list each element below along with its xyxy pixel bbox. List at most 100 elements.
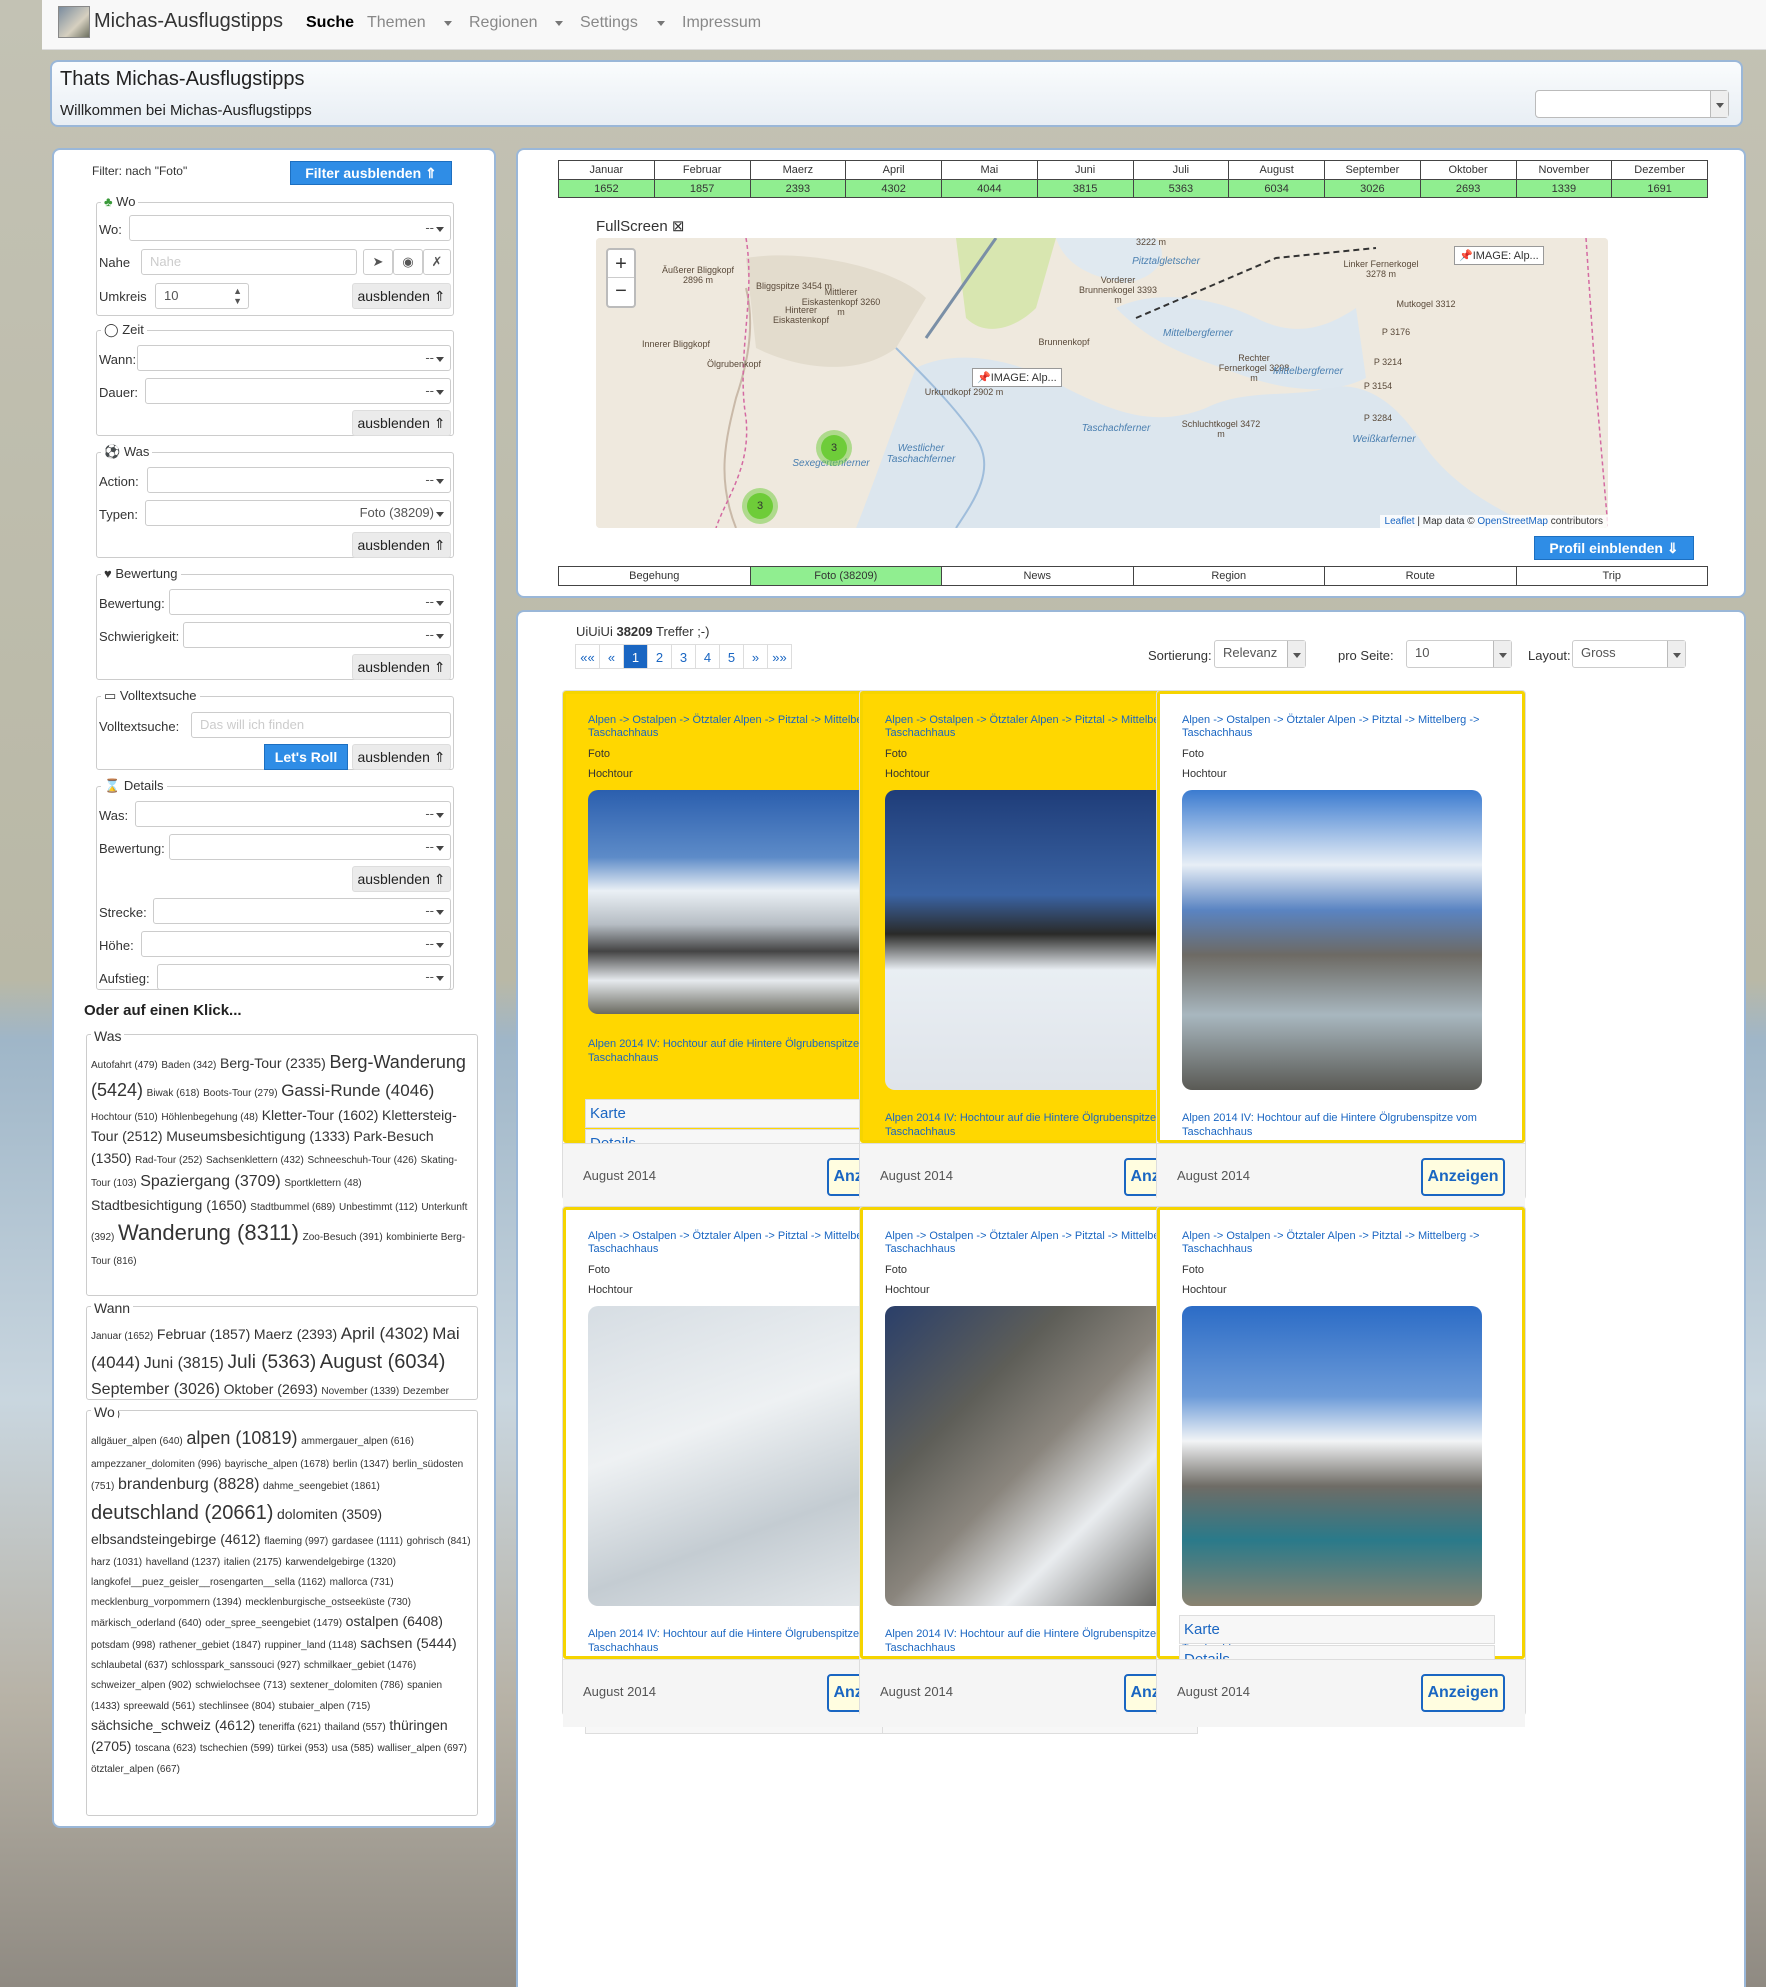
page-link[interactable]: ««	[575, 644, 600, 669]
nav-item-suche[interactable]: Suche	[306, 14, 354, 32]
tab-region[interactable]: Region	[1132, 566, 1324, 586]
volltext-input[interactable]: Das will ich finden	[191, 712, 451, 738]
cloud-tag[interactable]: Baden (342)	[161, 1060, 216, 1071]
cloud-tag[interactable]: August (6034)	[320, 1351, 446, 1373]
chevron-down-icon[interactable]	[555, 21, 563, 26]
site-logo[interactable]	[58, 6, 90, 38]
cloud-tag[interactable]: gohrisch (841)	[407, 1536, 471, 1547]
lets-roll-button[interactable]: Let's Roll	[264, 744, 348, 770]
cloud-tag[interactable]: türkei (953)	[277, 1743, 328, 1754]
zoom-out-button[interactable]: −	[608, 278, 634, 306]
cloud-tag[interactable]: Biwak (618)	[147, 1088, 200, 1099]
cloud-tag[interactable]: Wanderung (8311)	[118, 1220, 299, 1245]
cloud-tag[interactable]: ruppiner_land (1148)	[264, 1640, 356, 1651]
wo-select[interactable]: --	[129, 215, 451, 241]
cloud-tag[interactable]: oder_spree_seengebiet (1479)	[205, 1618, 342, 1629]
cloud-tag[interactable]: thailand (557)	[325, 1722, 386, 1733]
welcome-select[interactable]	[1535, 90, 1729, 118]
cloud-tag[interactable]: Stadtbesichtigung (1650)	[91, 1197, 247, 1213]
cloud-tag[interactable]: schmilkaer_gebiet (1476)	[304, 1660, 416, 1671]
chevron-down-icon[interactable]	[1710, 91, 1728, 117]
page-link[interactable]: »»	[767, 644, 792, 669]
cloud-tag[interactable]: havelland (1237)	[146, 1557, 221, 1568]
sort-select[interactable]: Relevanz	[1214, 640, 1306, 668]
play-icon[interactable]: ➤	[363, 249, 393, 275]
cloud-tag[interactable]: Unbestimmt (112)	[339, 1202, 418, 1213]
cloud-tag[interactable]: Juli (5363)	[227, 1352, 316, 1373]
cloud-tag[interactable]: dolomiten (3509)	[277, 1506, 382, 1522]
cloud-tag[interactable]: Oktober (2693)	[224, 1381, 318, 1397]
hoehe-select[interactable]: --	[141, 931, 451, 957]
schwierigkeit-select[interactable]: --	[183, 622, 451, 648]
map-view[interactable]: Äußerer Bliggkopf 2896 m Bliggspitze 3454…	[596, 238, 1608, 528]
cloud-tag[interactable]: ammergauer_alpen (616)	[301, 1436, 414, 1447]
month-cell[interactable]: Mai 4044	[941, 160, 1037, 198]
cloud-tag[interactable]: walliser_alpen (697)	[378, 1743, 468, 1754]
month-cell[interactable]: Februar 1857	[653, 160, 750, 198]
cloud-tag[interactable]: berlin (1347)	[333, 1459, 389, 1470]
cloud-tag[interactable]: Kletter-Tour (1602)	[262, 1107, 379, 1123]
cloud-tag[interactable]: alpen (10819)	[186, 1428, 297, 1448]
cloud-tag[interactable]: mecklenburgische_ostseeküste (730)	[245, 1597, 411, 1608]
bewertung-select[interactable]: --	[169, 589, 451, 615]
card-title[interactable]: Alpen 2014 IV: Hochtour auf die Hintere …	[1182, 1112, 1500, 1138]
nav-item-regionen[interactable]: Regionen	[469, 14, 538, 32]
cloud-tag[interactable]: stechlinsee (804)	[199, 1701, 275, 1712]
chevron-down-icon[interactable]	[444, 21, 452, 26]
volltext-hide-button[interactable]: ausblenden ⇑	[352, 744, 451, 770]
brand-title[interactable]: Michas-Ausflugstipps	[94, 10, 283, 33]
cloud-tag[interactable]: tschechien (599)	[200, 1743, 274, 1754]
card-photo[interactable]	[588, 790, 888, 1015]
tab-begehung[interactable]: Begehung	[558, 566, 750, 586]
cloud-tag[interactable]: bayrische_alpen (1678)	[225, 1459, 330, 1470]
page-link[interactable]: 3	[671, 644, 696, 669]
cloud-tag[interactable]: gardasee (1111)	[332, 1536, 403, 1547]
leaflet-link[interactable]: Leaflet	[1385, 516, 1415, 527]
nav-item-impressum[interactable]: Impressum	[682, 14, 761, 32]
spinner-icon[interactable]: ▲ ▼	[233, 286, 242, 306]
cloud-tag[interactable]: April (4302)	[341, 1324, 429, 1343]
card-photo[interactable]	[885, 790, 1185, 1091]
chevron-down-icon[interactable]	[657, 21, 665, 26]
cloud-tag[interactable]: Sportklettern (48)	[284, 1178, 361, 1189]
cloud-tag[interactable]: Maerz (2393)	[254, 1326, 337, 1342]
cloud-tag[interactable]: schlaubetal (637)	[91, 1660, 168, 1671]
cloud-tag[interactable]: Berg-Tour (2335)	[220, 1055, 326, 1071]
month-cell[interactable]: November 1339	[1515, 160, 1612, 198]
cloud-tag[interactable]: schlosspark_sanssouci (927)	[171, 1660, 300, 1671]
chevron-down-icon[interactable]	[1493, 641, 1511, 667]
cloud-tag[interactable]: ostalpen (6408)	[346, 1613, 443, 1629]
cloud-tag[interactable]: schwielochsee (713)	[195, 1680, 286, 1691]
nahe-input[interactable]: Nahe	[141, 249, 357, 275]
cloud-tag[interactable]: märkisch_oderland (640)	[91, 1618, 202, 1629]
cloud-tag[interactable]: mecklenburg_vorpommern (1394)	[91, 1597, 242, 1608]
card-photo[interactable]	[588, 1306, 888, 1607]
zeit-hide-button[interactable]: ausblenden ⇑	[352, 410, 451, 436]
nav-item-settings[interactable]: Settings	[580, 14, 638, 32]
cloud-tag[interactable]: sachsen (5444)	[360, 1635, 457, 1651]
cloud-tag[interactable]: Stadtbummel (689)	[250, 1202, 335, 1213]
cloud-tag[interactable]: teneriffa (621)	[259, 1722, 321, 1733]
show-button[interactable]: Anzeigen	[1421, 1674, 1505, 1712]
karte-link[interactable]: Karte	[1179, 1615, 1495, 1644]
cloud-tag[interactable]: rathener_gebiet (1847)	[159, 1640, 261, 1651]
typen-select[interactable]: Foto (38209)	[145, 500, 451, 526]
fullscreen-toggle[interactable]: FullScreen ⊠	[596, 217, 684, 235]
details-bewertung-select[interactable]: --	[169, 834, 451, 860]
cloud-tag[interactable]: toscana (623)	[135, 1743, 196, 1754]
marker-cluster[interactable]: 3	[742, 488, 778, 524]
details-was-select[interactable]: --	[135, 801, 451, 827]
tab-foto[interactable]: Foto (38209)	[749, 566, 941, 586]
cloud-tag[interactable]: brandenburg (8828)	[118, 1476, 259, 1493]
cloud-tag[interactable]: Höhlenbegehung (48)	[161, 1112, 258, 1123]
cloud-tag[interactable]: potsdam (998)	[91, 1640, 155, 1651]
card-photo[interactable]	[885, 1306, 1185, 1607]
month-cell[interactable]: Juli 5363	[1132, 160, 1229, 198]
cloud-tag[interactable]: schweizer_alpen (902)	[91, 1680, 192, 1691]
cloud-tag[interactable]: Rad-Tour (252)	[135, 1155, 202, 1166]
map-popup[interactable]: 📌IMAGE: Alp...	[1454, 246, 1544, 265]
per-page-select[interactable]: 10	[1406, 640, 1512, 668]
cloud-tag[interactable]: Spaziergang (3709)	[140, 1173, 281, 1190]
page-link[interactable]: 4	[695, 644, 720, 669]
filter-hide-button[interactable]: Filter ausblenden ⇑	[290, 161, 452, 185]
